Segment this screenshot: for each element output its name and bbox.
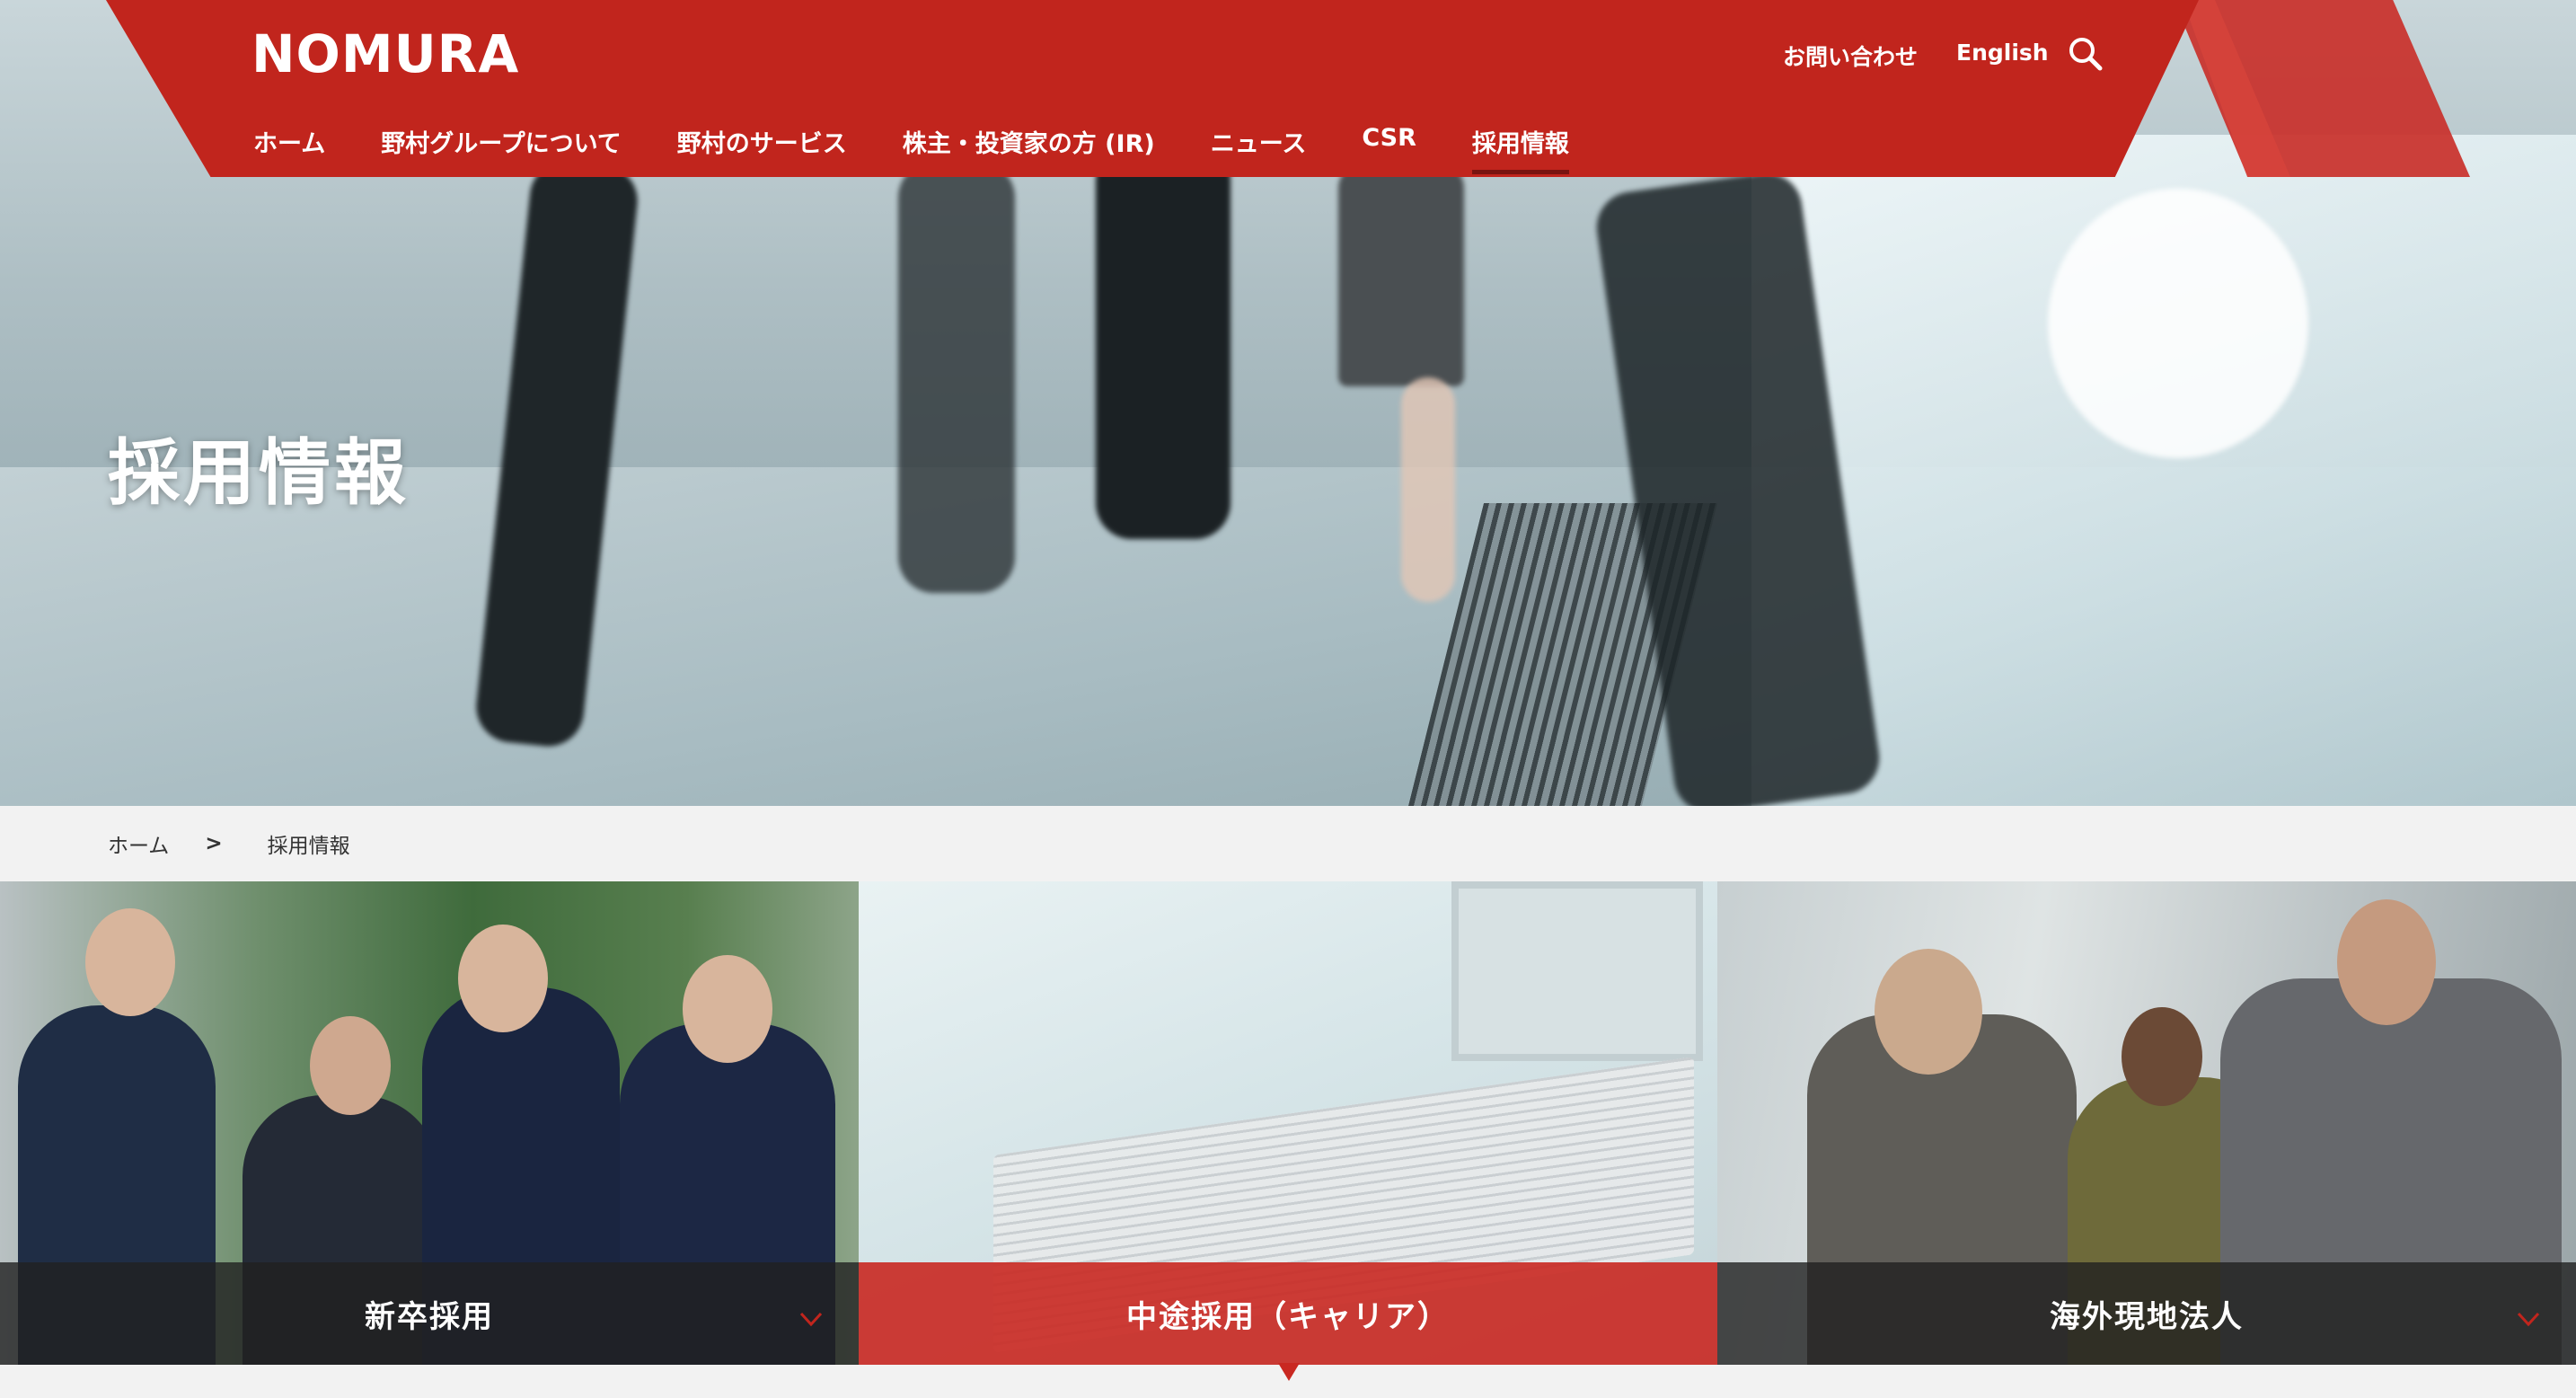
photo-person-head <box>683 955 772 1063</box>
tile-label-bar[interactable]: 新卒採用 <box>0 1262 859 1365</box>
photo-person-head <box>2337 899 2436 1025</box>
tile-label-bar[interactable]: 中途採用（キャリア） <box>859 1262 1717 1365</box>
nav-item-services[interactable]: 野村のサービス <box>677 124 847 174</box>
tile-mid-career[interactable]: 中途採用（キャリア） <box>859 881 1717 1365</box>
nav-item-news[interactable]: ニュース <box>1211 124 1307 174</box>
contact-link[interactable]: お問い合わせ <box>1783 40 1918 72</box>
hero-walker-legs <box>1401 377 1455 602</box>
page-title: 採用情報 <box>108 431 410 515</box>
nav-item-csr[interactable]: CSR <box>1362 124 1416 174</box>
tile-label: 新卒採用 <box>365 1298 494 1335</box>
chevron-down-icon <box>799 1307 823 1331</box>
nav-item-about[interactable]: 野村グループについて <box>381 124 622 174</box>
tile-label: 中途採用（キャリア） <box>1126 1298 1450 1335</box>
main-nav: ホーム 野村グループについて 野村のサービス 株主・投資家の方 (IR) ニュー… <box>253 124 1625 174</box>
hero-walker <box>898 162 1015 593</box>
hero-walker <box>1338 162 1464 386</box>
nomura-logo[interactable]: NOMURA <box>251 23 519 84</box>
tile-overseas[interactable]: 海外現地法人 <box>1717 881 2576 1365</box>
search-icon[interactable] <box>2066 34 2105 74</box>
photo-person-head <box>458 925 548 1032</box>
nav-item-careers[interactable]: 採用情報 <box>1471 124 1569 174</box>
chevron-down-icon <box>2517 1307 2540 1331</box>
breadcrumb-current: 採用情報 <box>267 835 350 858</box>
breadcrumb: ホーム > 採用情報 <box>108 828 350 859</box>
hero-walker <box>2048 189 2308 458</box>
photo-person-head <box>310 1016 391 1115</box>
tile-new-graduate[interactable]: 新卒採用 <box>0 881 859 1365</box>
active-tile-pointer <box>1278 1363 1300 1381</box>
tile-label: 海外現地法人 <box>2050 1298 2244 1335</box>
nav-item-ir[interactable]: 株主・投資家の方 (IR) <box>903 124 1155 174</box>
photo-person-head <box>2122 1007 2202 1106</box>
recruitment-tiles: 新卒採用 中途採用（キャリア） 海外現地法人 <box>0 881 2576 1365</box>
english-link[interactable]: English <box>1956 40 2049 66</box>
breadcrumb-home[interactable]: ホーム <box>108 828 169 859</box>
tile-label-bar[interactable]: 海外現地法人 <box>1717 1262 2576 1365</box>
photo-person-head <box>1875 949 1982 1075</box>
nav-item-home[interactable]: ホーム <box>253 124 325 174</box>
photo-person-head <box>85 908 175 1016</box>
photo-monitor <box>1451 881 1703 1061</box>
breadcrumb-separator: > <box>205 832 223 855</box>
hero-walker <box>1096 144 1231 539</box>
